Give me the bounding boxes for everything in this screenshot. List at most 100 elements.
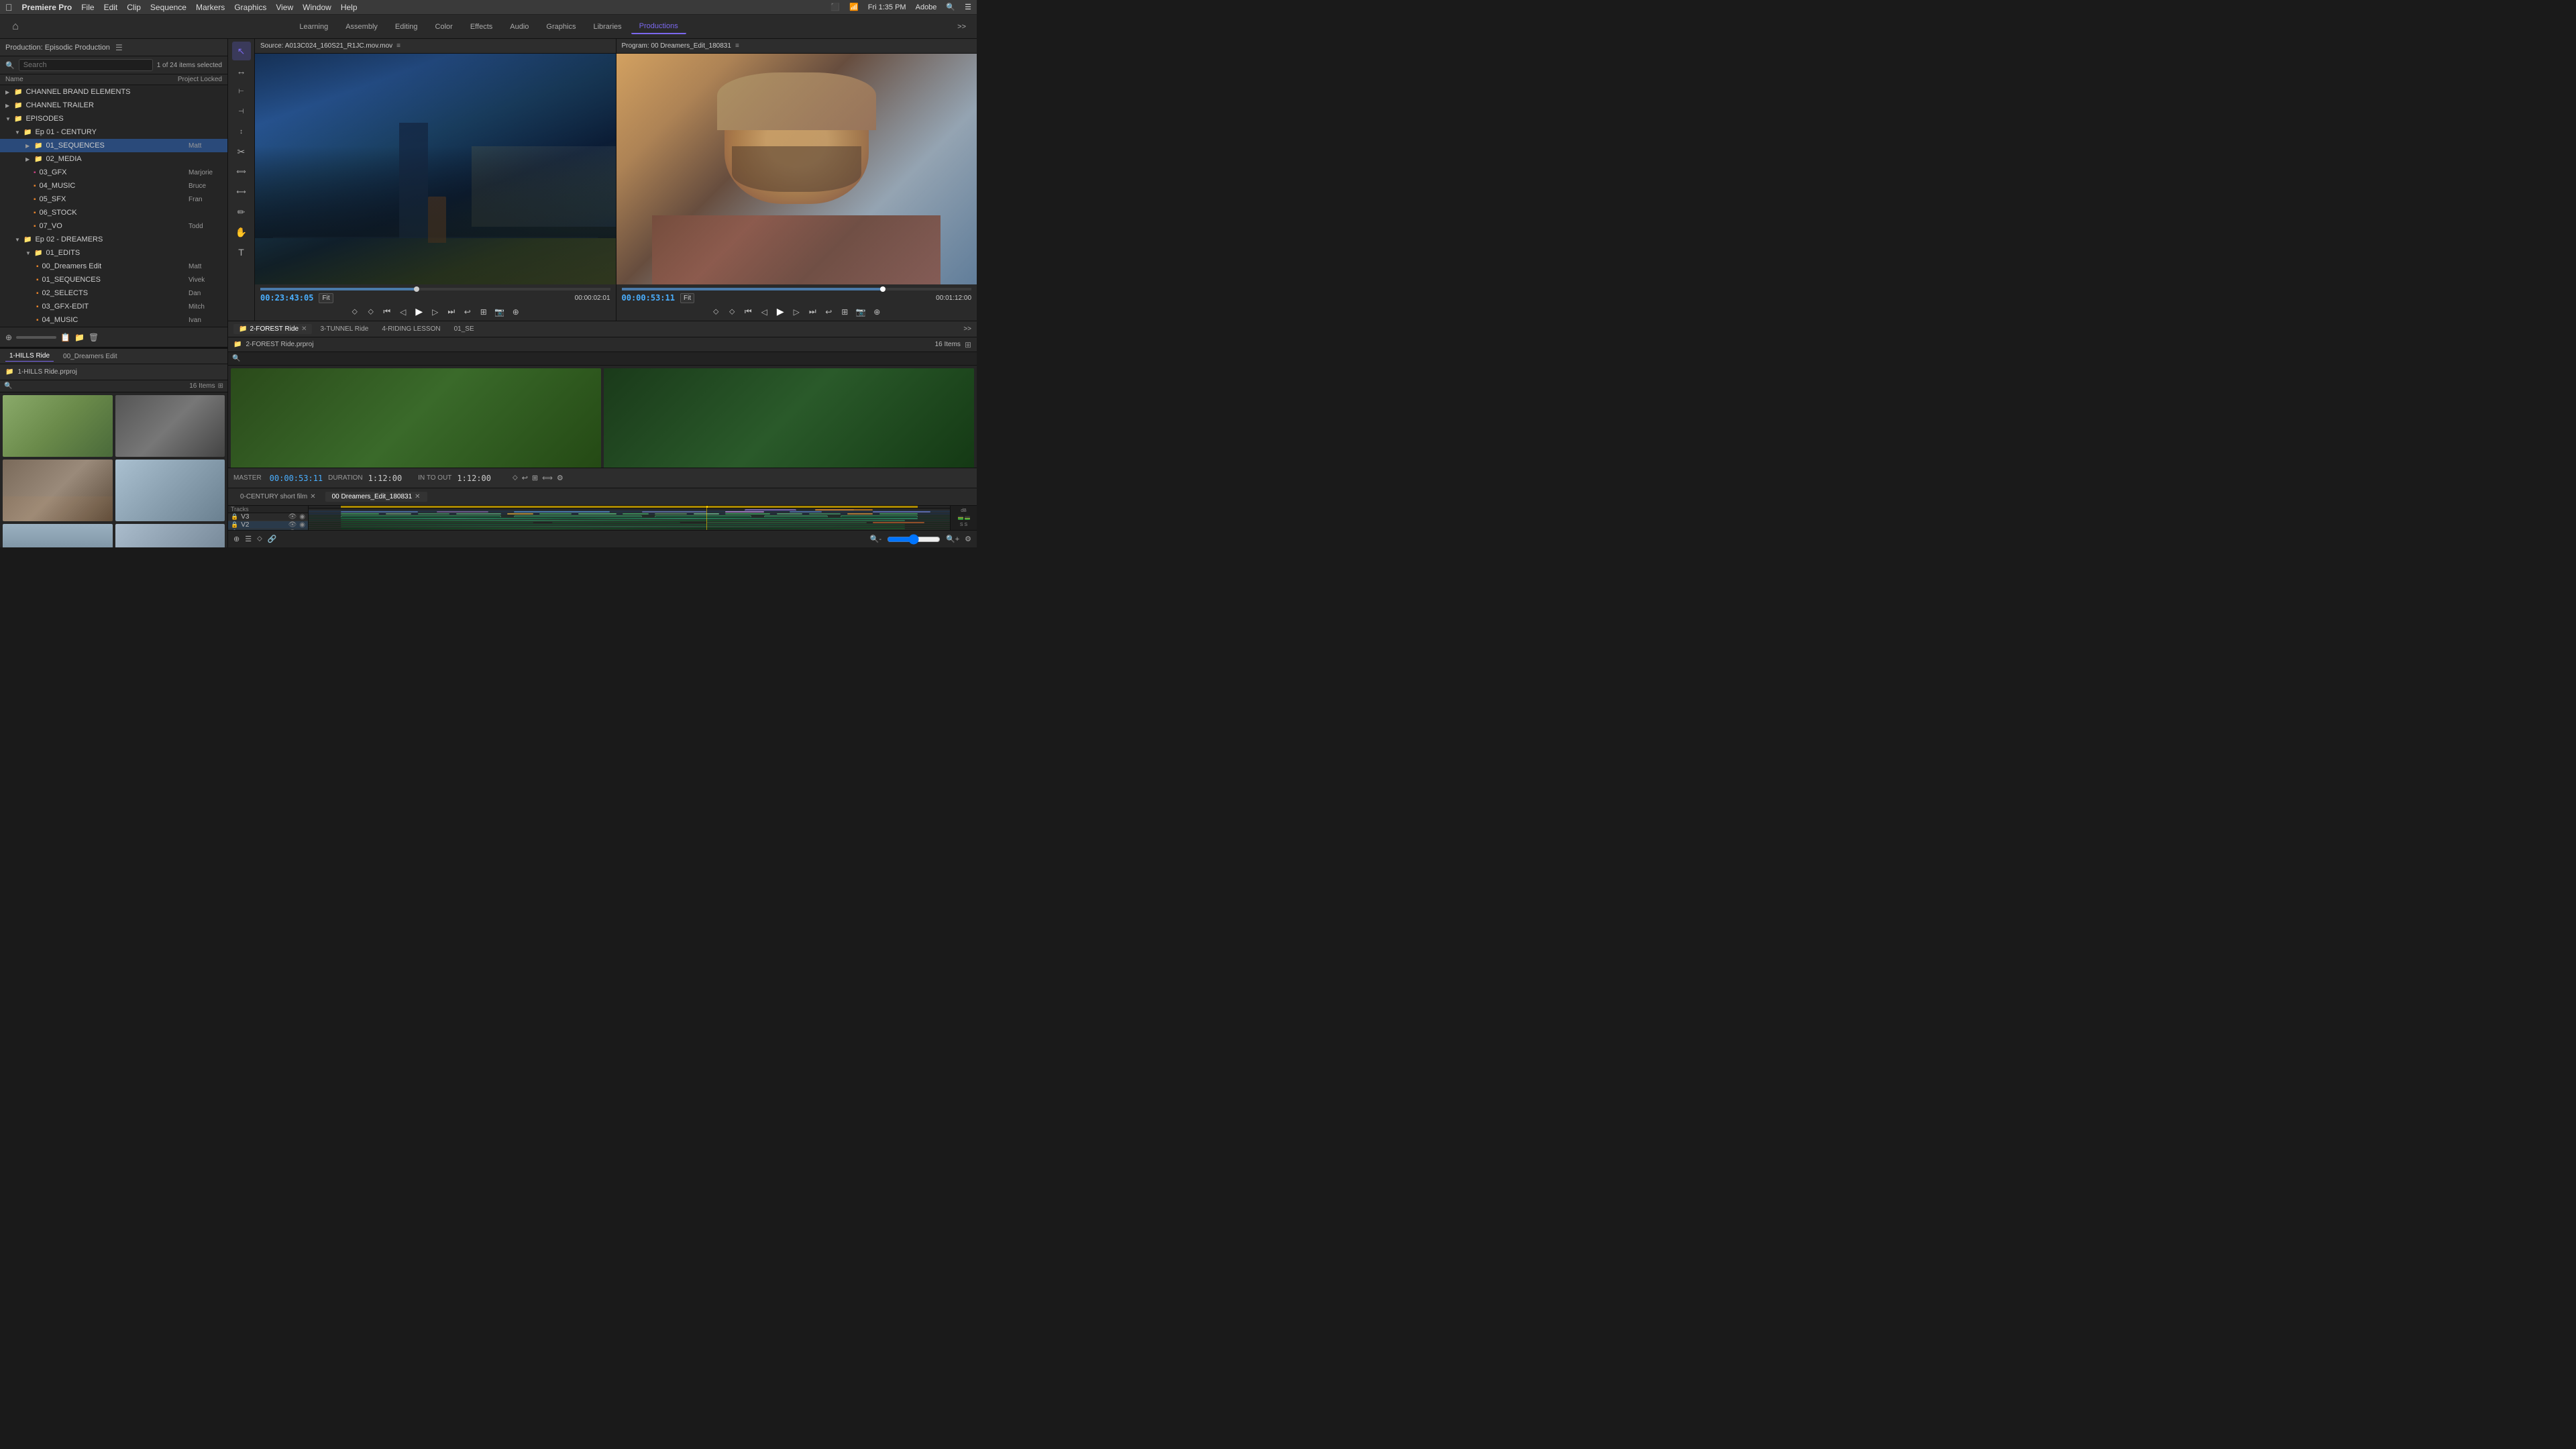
panel-icon-3[interactable]: 📁 [74,333,85,342]
menu-view[interactable]: View [276,3,293,12]
panel-icon-1[interactable]: ⊕ [5,333,12,342]
tree-item-ep01[interactable]: ▼ 📁 Ep 01 - CENTURY [0,125,227,139]
tl-btn-list[interactable]: ☰ [245,535,252,543]
clip-v1-6[interactable] [539,513,572,515]
tl-tab-dreamers-close[interactable]: ✕ [415,493,420,500]
prog-add[interactable]: ⊕ [871,306,883,318]
clip-v2-4[interactable] [642,511,706,513]
tab-learning[interactable]: Learning [291,20,336,34]
menu-extras-icon[interactable]: ☰ [965,3,971,11]
tab-graphics[interactable]: Graphics [538,20,584,34]
source-add[interactable]: ⊕ [510,306,522,318]
thumb-item-4[interactable] [115,460,225,521]
clip-v1-4[interactable] [456,513,501,515]
forest-tab-tunnel[interactable]: 3-TUNNEL Ride [315,324,374,334]
prog-step-fwd[interactable]: ▷ [790,306,802,318]
tl-tool-4[interactable]: ⟺ [542,474,553,482]
tool-select[interactable]: ↖ [232,42,251,60]
clip-v1-7[interactable] [578,513,616,515]
forest-bin-grid-icon[interactable]: ⊞ [965,340,971,350]
prog-export-frame[interactable]: 📷 [855,306,867,318]
tree-item-gfx[interactable]: ▪ 03_GFX Marjorie [0,166,227,179]
clip-v1-11[interactable] [725,513,770,515]
tool-razor[interactable]: ✂ [232,142,251,161]
clip-v1-15[interactable] [879,513,918,515]
clip-a4-orange[interactable] [873,522,924,523]
prog-safe[interactable]: ⊞ [839,306,851,318]
tree-item-edits[interactable]: ▼ 📁 01_EDITS [0,246,227,260]
prog-mark-out[interactable]: ⬦ [726,306,738,318]
tool-slip[interactable]: ⟺ [232,162,251,181]
track-solo-v2[interactable]: ◉ [299,521,305,529]
prog-go-out[interactable]: ⏭ [806,306,818,318]
forest-tabs-more[interactable]: >> [963,325,971,333]
thumb-item-5[interactable] [3,524,113,547]
tl-tool-5[interactable]: ⚙ [557,474,564,482]
tree-item-episodes[interactable]: ▼ 📁 EPISODES [0,112,227,125]
source-monitor-menu[interactable]: ≡ [396,42,400,50]
forest-tab-riding[interactable]: 4-RIDING LESSON [376,324,445,334]
tl-tab-century-close[interactable]: ✕ [310,493,315,500]
tree-item-trailer[interactable]: ▶ 📁 CHANNEL TRAILER [0,99,227,112]
panel-menu-icon[interactable]: ☰ [115,43,123,52]
clip-v1-14[interactable] [847,513,873,515]
clip-v2-3[interactable] [514,511,610,513]
tool-pen[interactable]: ✏ [232,203,251,221]
source-safe[interactable]: ⊞ [478,306,490,318]
source-play[interactable]: ▶ [413,306,425,318]
clip-v2-6[interactable] [790,511,822,513]
tree-item-selects[interactable]: ▪ 02_SELECTS Dan [0,286,227,300]
tool-rate[interactable]: ↕ [232,122,251,141]
tl-tool-2[interactable]: ↩ [522,474,528,482]
clip-a6-1[interactable] [341,526,905,527]
prog-play[interactable]: ▶ [774,306,786,318]
tree-item-stock[interactable]: ▪ 06_STOCK [0,206,227,219]
menu-window[interactable]: Window [303,3,331,12]
source-go-out[interactable]: ⏭ [445,306,458,318]
bin-search-input[interactable] [15,382,186,390]
source-tab-hills[interactable]: 1-HILLS Ride [5,351,54,362]
tl-tab-century[interactable]: 0-CENTURY short film ✕ [233,492,323,502]
tab-productions[interactable]: Productions [631,19,686,34]
clip-v1-2[interactable] [386,513,411,515]
menu-graphics[interactable]: Graphics [234,3,266,12]
source-tab-dreamers[interactable]: 00_Dreamers Edit [59,352,121,362]
workspace-home-btn[interactable]: ⌂ [5,17,25,37]
prog-loop[interactable]: ↩ [822,306,835,318]
source-step-fwd[interactable]: ▷ [429,306,441,318]
thumb-item-2[interactable] [115,395,225,457]
tl-tool-1[interactable]: ⬦ [513,474,518,482]
track-eye-v2[interactable]: 👁 [288,521,297,529]
tool-type[interactable]: T [232,243,251,262]
program-monitor-menu[interactable]: ≡ [735,42,739,50]
menu-file[interactable]: File [81,3,94,12]
source-export-frame[interactable]: 📷 [494,306,506,318]
tab-libraries[interactable]: Libraries [585,20,629,34]
clip-v3-ora[interactable]: Ora [815,509,853,511]
program-fit-dropdown[interactable]: Fit [680,293,694,303]
panel-icon-4[interactable]: 🗑 [89,333,99,342]
bin-view-icon[interactable]: ⊞ [218,382,223,390]
clip-v1-13[interactable] [809,513,841,515]
menu-markers[interactable]: Markers [196,3,225,12]
zoom-slider[interactable] [16,336,56,339]
prog-go-in[interactable]: ⏮ [742,306,754,318]
tab-audio[interactable]: Audio [502,20,537,34]
tool-select2[interactable]: ↔ [232,62,251,80]
tree-item-sequences[interactable]: ▶ 📁 01_SEQUENCES Matt [0,139,227,152]
thumb-item-1[interactable] [3,395,113,457]
forest-thumb-2[interactable]: ▪ C048_C017_01011V_001.mp4 [604,368,974,468]
source-go-in[interactable]: ⏮ [381,306,393,318]
tree-item-sfx[interactable]: ▪ 05_SFX Fran [0,193,227,206]
clip-a4-3[interactable] [706,522,867,523]
clip-v1-3[interactable] [418,513,450,515]
panel-icon-2[interactable]: 📋 [60,333,70,342]
tree-item-gfx-edit[interactable]: ▪ 03_GFX-EDIT Mitch [0,300,227,313]
tool-rolling[interactable]: ⊣ [232,102,251,121]
tool-slide[interactable]: ⟷ [232,182,251,201]
tab-assembly[interactable]: Assembly [337,20,386,34]
timeline-zoom-slider[interactable] [887,534,941,545]
source-loop[interactable]: ↩ [462,306,474,318]
tl-btn-marker[interactable]: ⬦ [257,535,262,543]
clip-v1-5[interactable] [507,513,533,515]
